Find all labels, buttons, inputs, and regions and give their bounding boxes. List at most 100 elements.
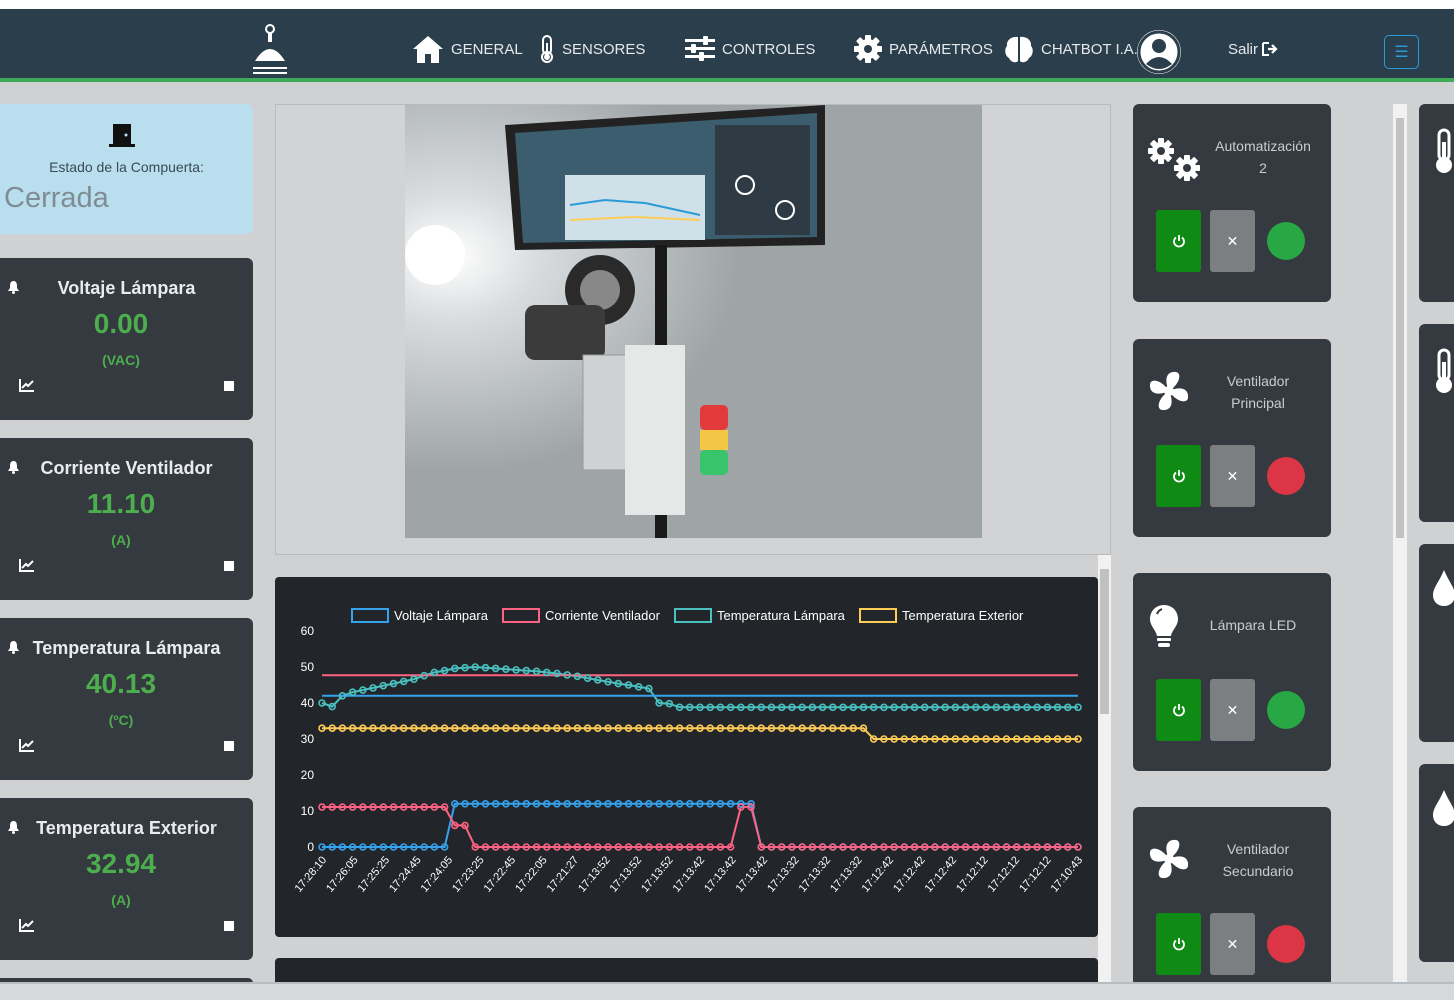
- sensor-unit: (A): [111, 892, 131, 908]
- line-chart-icon[interactable]: [19, 738, 35, 752]
- nav-parametros[interactable]: PARÁMETROS: [853, 31, 993, 67]
- control-label: Lámpara LED: [1209, 617, 1297, 633]
- edge-card-2: [1419, 324, 1454, 522]
- y-tick-label: 0: [307, 840, 314, 854]
- user-avatar[interactable]: [1137, 30, 1181, 74]
- x-tick-label: 17:13:32: [797, 854, 834, 895]
- power-icon: [1172, 470, 1185, 483]
- control-label: Ventilador: [1226, 841, 1290, 857]
- droplet-icon: [1433, 570, 1454, 606]
- x-tick-label: 17:25:25: [356, 854, 393, 895]
- x-tick-label: 17:13:42: [734, 854, 771, 895]
- logout-label: Salir: [1228, 40, 1259, 58]
- power-off-button[interactable]: ✕: [1210, 445, 1255, 507]
- history-line-chart: Voltaje Lámpara Corriente Ventilador Tempe…: [293, 608, 1086, 895]
- stop-square-icon[interactable]: [224, 381, 234, 391]
- legend-swatch: [859, 608, 897, 623]
- bottom-bar: [0, 982, 1454, 1000]
- power-on-button[interactable]: [1156, 679, 1201, 741]
- sensor-title: Voltaje Lámpara: [57, 278, 196, 298]
- x-tick-label: 17:12:12: [954, 854, 991, 895]
- x-tick-label: 17:12:12: [1017, 854, 1054, 895]
- nav-chatbot[interactable]: CHATBOT I.A.: [1003, 31, 1138, 67]
- line-chart-icon[interactable]: [19, 378, 35, 392]
- power-icon: [1172, 704, 1185, 717]
- x-tick-label: 17:24:45: [387, 854, 424, 895]
- sensor-unit: (VAC): [102, 352, 140, 368]
- power-off-button[interactable]: ✕: [1210, 913, 1255, 975]
- x-tick-label: 17:22:05: [513, 854, 550, 895]
- x-tick-label: 17:21:27: [545, 854, 582, 895]
- thermometer-icon: [1436, 348, 1452, 393]
- panel-scrollbar-thumb[interactable]: [1100, 569, 1109, 714]
- menu-toggle-button[interactable]: ☰: [1384, 35, 1419, 69]
- nav-general[interactable]: GENERAL: [411, 31, 523, 67]
- x-tick-label: 17:13:52: [639, 854, 676, 895]
- stop-square-icon[interactable]: [224, 921, 234, 931]
- home-icon: [413, 36, 443, 63]
- close-icon: ✕: [1226, 467, 1239, 484]
- y-tick-label: 50: [301, 660, 315, 674]
- line-chart-icon[interactable]: [19, 558, 35, 572]
- status-led-off: [1267, 457, 1305, 495]
- sensor-card-temp-lampara: Temperatura Lámpara 40.13 (ºC): [0, 618, 253, 780]
- power-on-button[interactable]: [1156, 445, 1201, 507]
- logout-link[interactable]: Salir: [1228, 31, 1284, 67]
- y-tick-label: 30: [301, 732, 315, 746]
- sensor-value: 32.94: [85, 848, 157, 879]
- series-line: [321, 665, 1078, 709]
- power-on-button[interactable]: [1156, 210, 1201, 272]
- x-tick-label: 17:10:43: [1049, 854, 1086, 895]
- nav-parametros-label: PARÁMETROS: [889, 40, 993, 58]
- sensor-title: Temperatura Lámpara: [32, 638, 221, 658]
- power-off-button[interactable]: ✕: [1210, 679, 1255, 741]
- nav-general-label: GENERAL: [451, 40, 523, 58]
- line-chart-icon[interactable]: [19, 918, 35, 932]
- sensor-unit: (A): [111, 532, 131, 548]
- stop-square-icon[interactable]: [224, 561, 234, 571]
- sensor-unit: (ºC): [108, 712, 134, 728]
- gate-status-value: Cerrada: [4, 182, 109, 214]
- x-tick-label: 17:13:42: [671, 854, 708, 895]
- control-label-2: Secundario: [1222, 863, 1294, 879]
- status-led-on: [1267, 222, 1305, 260]
- close-icon: ✕: [1226, 232, 1239, 249]
- x-tick-label: 17:13:32: [765, 854, 802, 895]
- power-icon: [1172, 938, 1185, 951]
- series-line: [322, 806, 1078, 848]
- nav-sensores[interactable]: SENSORES: [538, 31, 645, 67]
- legend-label: Temperatura Exterior: [902, 608, 1024, 623]
- sensor-card-corriente: Corriente Ventilador 11.10 (A): [0, 438, 253, 600]
- power-on-button[interactable]: [1156, 913, 1201, 975]
- thermometer-icon: [541, 35, 553, 63]
- camera-feed-image: [405, 105, 982, 538]
- close-icon: ✕: [1226, 701, 1239, 718]
- sensor-value: 40.13: [85, 668, 157, 699]
- fan-icon: [1149, 839, 1189, 879]
- power-off-button[interactable]: ✕: [1210, 210, 1255, 272]
- x-tick-label: 17:12:12: [986, 854, 1023, 895]
- y-tick-label: 20: [301, 768, 315, 782]
- panel-scrollbar[interactable]: [1098, 555, 1111, 985]
- legend-swatch: [351, 608, 389, 623]
- page-scrollbar[interactable]: [1393, 104, 1407, 984]
- page-scrollbar-thumb[interactable]: [1396, 118, 1404, 538]
- control-label: Automatización: [1215, 138, 1311, 154]
- legend-label: Corriente Ventilador: [545, 608, 661, 623]
- control-card-automatizacion: Automatización 2 ✕: [1133, 104, 1331, 302]
- user-icon: [1137, 30, 1181, 74]
- navbar-accent-line: [0, 78, 1454, 82]
- lightbulb-icon: [1150, 605, 1178, 647]
- x-tick-label: 17:13:42: [702, 854, 739, 895]
- nav-controles[interactable]: CONTROLES: [684, 31, 815, 67]
- nav-sensores-label: SENSORES: [562, 40, 646, 58]
- sensor-value: 11.10: [86, 488, 156, 519]
- legend-label: Temperatura Lámpara: [717, 608, 846, 623]
- control-card-lampara-led: Lámpara LED ✕: [1133, 573, 1331, 771]
- legend-swatch: [674, 608, 712, 623]
- door-icon: [109, 124, 135, 147]
- x-tick-label: 17:22:45: [482, 854, 519, 895]
- y-tick-label: 60: [301, 624, 315, 638]
- stop-square-icon[interactable]: [224, 741, 234, 751]
- thermometer-icon: [1436, 128, 1452, 173]
